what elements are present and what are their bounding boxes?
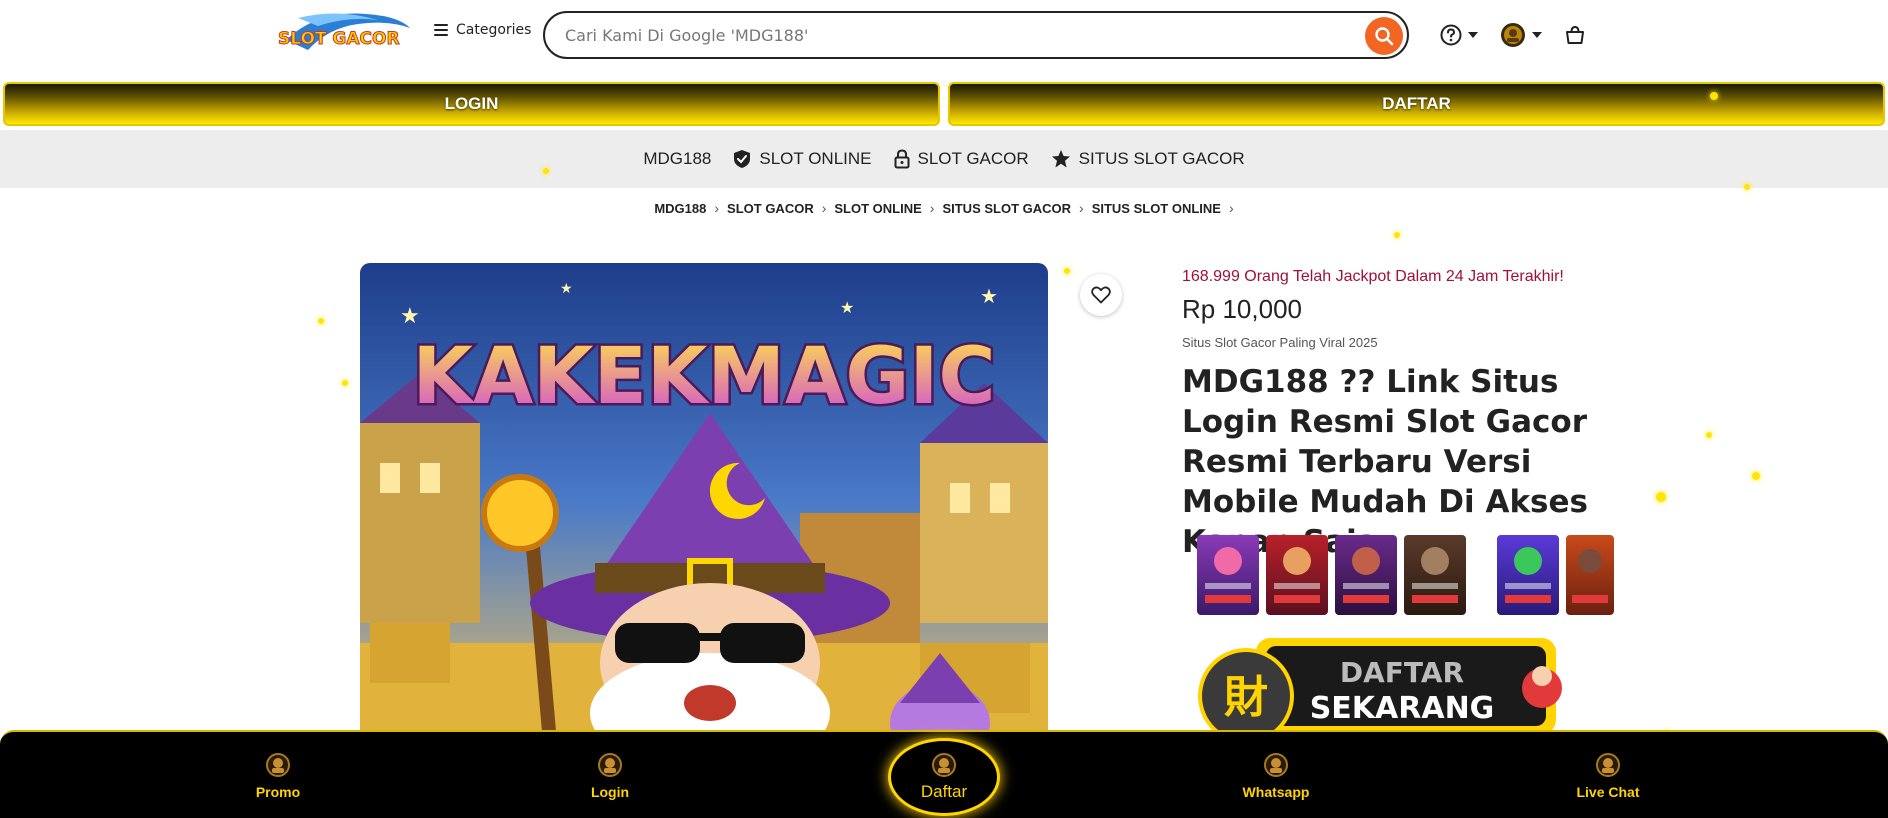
price: Rp 10,000	[1182, 294, 1302, 324]
svg-text:財: 財	[1224, 672, 1268, 723]
shopping-bag-icon	[1566, 25, 1584, 44]
chevron-right-icon: ›	[821, 200, 827, 216]
star-icon	[1051, 150, 1070, 168]
login-button[interactable]: LOGIN	[3, 82, 940, 126]
chevron-down-icon	[1468, 32, 1478, 38]
thumbnail-strip	[1197, 535, 1617, 617]
login-icon	[598, 753, 622, 777]
header-actions	[1440, 22, 1586, 48]
bottom-nav-daftar[interactable]: Daftar	[888, 738, 1000, 816]
nav-item-situs-slot-gacor[interactable]: SITUS SLOT GACOR	[1051, 149, 1245, 169]
chevron-down-icon	[1532, 32, 1542, 38]
heart-icon	[1091, 286, 1111, 304]
favorite-button[interactable]	[1080, 274, 1122, 316]
auth-bar: LOGIN DAFTAR	[0, 82, 1888, 126]
whatsapp-icon	[1264, 753, 1288, 777]
thumbnail[interactable]	[1404, 535, 1466, 615]
help-icon	[1440, 24, 1462, 46]
account-menu[interactable]	[1500, 22, 1542, 48]
search-icon	[1375, 27, 1394, 46]
help-menu[interactable]	[1440, 24, 1478, 46]
daftar-icon	[932, 753, 956, 777]
nav-item-label: SLOT GACOR	[917, 149, 1029, 168]
svg-text:★: ★	[560, 281, 573, 297]
chevron-right-icon: ›	[714, 200, 720, 216]
search-bar	[543, 11, 1409, 59]
bottom-nav-live-chat[interactable]: Live Chat	[1548, 752, 1668, 800]
thumbnail[interactable]	[1566, 535, 1614, 615]
nav-item-slot-gacor[interactable]: SLOT GACOR	[894, 149, 1029, 169]
product-info: 168.999 Orang Telah Jackpot Dalam 24 Jam…	[1182, 268, 1632, 562]
promo-icon	[266, 753, 290, 777]
nav-item-slot-online[interactable]: SLOT ONLINE	[733, 149, 872, 169]
breadcrumb-item[interactable]: SITUS SLOT ONLINE	[1092, 201, 1221, 216]
bottom-nav-whatsapp[interactable]: Whatsapp	[1216, 752, 1336, 800]
svg-text:SLOT GACOR: SLOT GACOR	[278, 29, 400, 49]
bottom-nav-label: Live Chat	[1576, 784, 1640, 800]
svg-text:★: ★	[840, 298, 854, 317]
thumbnail[interactable]	[1266, 535, 1328, 615]
nav-item-label: SLOT ONLINE	[759, 149, 872, 168]
chevron-right-icon: ›	[1228, 200, 1234, 216]
breadcrumb-item[interactable]: MDG188	[654, 201, 706, 216]
bottom-nav-label: Promo	[255, 784, 301, 800]
svg-text:SEKARANG: SEKARANG	[1310, 691, 1495, 726]
hamburger-icon	[434, 24, 448, 36]
daftar-sekarang-banner[interactable]: 財 DAFTAR SEKARANG	[1196, 630, 1578, 744]
thumbnail[interactable]	[1197, 535, 1259, 615]
categories-button[interactable]: Categories	[434, 22, 531, 38]
nav-item-label: SITUS SLOT GACOR	[1078, 149, 1245, 168]
avatar	[1501, 23, 1525, 47]
category-nav: MDG188 SLOT ONLINE SLOT GACOR SITUS SLOT…	[0, 130, 1888, 188]
bottom-nav-label: Daftar	[920, 782, 968, 801]
breadcrumb-item[interactable]: SLOT ONLINE	[834, 201, 921, 216]
svg-text:★: ★	[980, 284, 998, 308]
search-input[interactable]	[565, 23, 1325, 47]
categories-label: Categories	[456, 22, 532, 38]
bottom-nav-promo[interactable]: Promo	[218, 752, 338, 800]
breadcrumb-item[interactable]: SITUS SLOT GACOR	[942, 201, 1071, 216]
site-header: SLOT GACOR Categories	[0, 0, 1888, 72]
svg-text:KAKEKMAGIC: KAKEKMAGIC	[412, 332, 995, 422]
chevron-right-icon: ›	[929, 200, 935, 216]
nav-item-mdg188[interactable]: MDG188	[643, 149, 711, 169]
bottom-nav-label: Whatsapp	[1242, 784, 1310, 800]
daftar-button[interactable]: DAFTAR	[948, 82, 1885, 126]
svg-text:DAFTAR: DAFTAR	[1340, 656, 1464, 689]
thumbnail[interactable]	[1335, 535, 1397, 615]
product-image[interactable]: ★ ★ ★ ★ KAKEKMAGIC	[360, 263, 1048, 743]
bottom-nav-label: Login	[590, 784, 630, 800]
live-chat-icon	[1596, 753, 1620, 777]
nav-item-label: MDG188	[643, 149, 712, 168]
lock-icon	[894, 149, 910, 169]
cart-button[interactable]	[1564, 24, 1586, 46]
site-logo[interactable]: SLOT GACOR	[278, 10, 414, 54]
product-subtitle: Situs Slot Gacor Paling Viral 2025	[1182, 335, 1378, 350]
bottom-nav-login[interactable]: Login	[550, 752, 670, 800]
search-button[interactable]	[1365, 17, 1403, 55]
shield-check-icon	[734, 150, 751, 168]
product-title: MDG188 ?? Link Situs Login Resmi Slot Ga…	[1182, 364, 1588, 560]
jackpot-text: 168.999 Orang Telah Jackpot Dalam 24 Jam…	[1182, 268, 1564, 285]
thumbnail[interactable]	[1497, 535, 1559, 615]
chevron-right-icon: ›	[1079, 200, 1084, 216]
breadcrumb-item[interactable]: SLOT GACOR	[727, 201, 814, 216]
svg-text:★: ★	[400, 304, 420, 329]
breadcrumb: MDG188 › SLOT GACOR › SLOT ONLINE › SITU…	[0, 200, 1888, 216]
